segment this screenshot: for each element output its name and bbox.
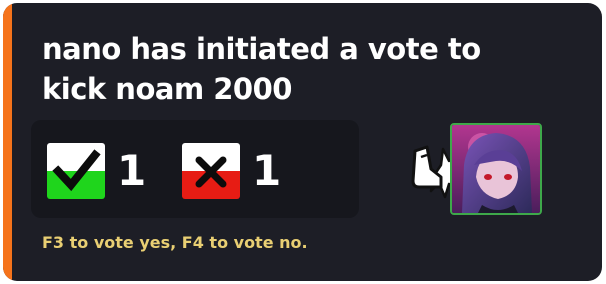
vote-no: 1 [182, 143, 281, 199]
x-mark-icon [182, 143, 240, 199]
accent-bar [3, 3, 12, 281]
vote-tally: 1 1 [31, 120, 359, 218]
yes-count: 1 [117, 146, 147, 195]
no-count: 1 [252, 146, 282, 195]
vote-yes: 1 [47, 143, 146, 199]
player-avatar [450, 123, 542, 215]
vote-kick-notification: nano has initiated a vote to kick noam 2… [3, 3, 602, 281]
checkmark-icon [47, 143, 105, 199]
vote-hint: F3 to vote yes, F4 to vote no. [42, 233, 308, 252]
vote-title: nano has initiated a vote to kick noam 2… [42, 32, 481, 106]
